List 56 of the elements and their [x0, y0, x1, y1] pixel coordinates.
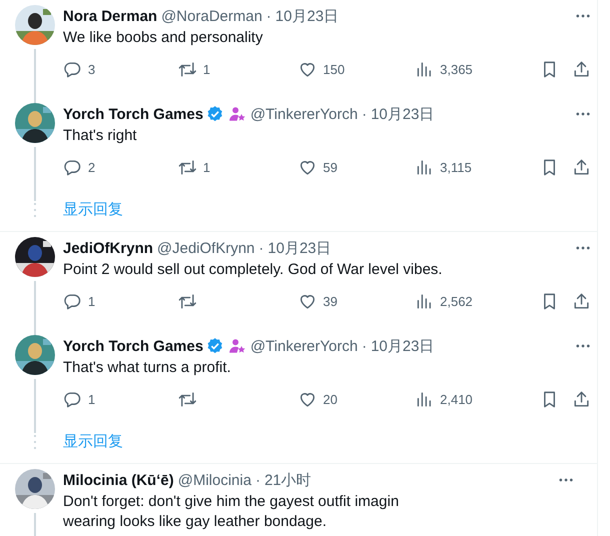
user-name[interactable]: Milocinia (Kū‘ē): [63, 472, 174, 488]
count-label: 1: [203, 160, 210, 174]
post-text: We like boobs and personality: [63, 28, 264, 48]
repost-icon[interactable]: [178, 292, 197, 310]
share-icon[interactable]: [572, 60, 591, 78]
post-text: That's right: [63, 126, 138, 146]
user-handle[interactable]: @TinkererYorch: [250, 338, 358, 354]
post-time[interactable]: 10月23日: [370, 336, 434, 356]
user-name[interactable]: Yorch Torch Games: [63, 338, 204, 354]
post-time[interactable]: 10月23日: [370, 104, 434, 124]
user-handle[interactable]: @TinkererYorch: [250, 106, 358, 122]
post-time[interactable]: 10月23日: [268, 238, 332, 258]
post-text: wearing looks like gay leather bondage.: [63, 512, 328, 532]
user-name[interactable]: JediOfKrynn: [63, 240, 154, 256]
bar-chart-icon[interactable]: [415, 158, 434, 176]
post-time[interactable]: 10月23日: [275, 6, 339, 26]
share-icon[interactable]: [572, 292, 591, 310]
user-name[interactable]: Yorch Torch Games: [63, 106, 204, 122]
post-text: That's what turns a profit.: [63, 358, 232, 378]
bar-chart-icon[interactable]: [415, 292, 434, 310]
count-label: 20: [323, 392, 338, 406]
count-label: 2: [88, 160, 96, 174]
share-icon[interactable]: [572, 390, 591, 408]
count-label: 3,365: [440, 62, 473, 76]
bar-chart-icon[interactable]: [415, 60, 434, 78]
post-text: Point 2 would sell out completely. God of War level vibes.: [63, 260, 444, 280]
count-label: 1: [203, 62, 210, 76]
count-label: 150: [323, 62, 345, 76]
speech-bubble-icon[interactable]: [63, 158, 82, 176]
separator-dot: ·: [255, 472, 260, 488]
separator-dot: ·: [266, 8, 272, 24]
count-label: 3,115: [440, 160, 472, 174]
count-label: 3: [88, 62, 96, 76]
separator-dot: ·: [258, 240, 264, 256]
count-label: 2,410: [440, 392, 473, 406]
user-handle[interactable]: @JediOfKrynn: [157, 240, 255, 256]
speech-bubble-icon[interactable]: [63, 292, 82, 310]
speech-bubble-icon[interactable]: [63, 390, 82, 408]
separator-dot: ·: [362, 338, 367, 354]
count-label: 2,562: [440, 294, 473, 308]
speech-bubble-icon[interactable]: [63, 60, 82, 78]
repost-icon[interactable]: [178, 158, 197, 176]
share-icon[interactable]: [572, 158, 591, 176]
user-handle[interactable]: @NoraDerman: [161, 8, 262, 24]
repost-icon[interactable]: [178, 390, 197, 408]
post-time[interactable]: 21小时: [264, 470, 312, 490]
separator-dot: ·: [362, 106, 367, 122]
repost-icon[interactable]: [178, 60, 197, 78]
bar-chart-icon[interactable]: [415, 390, 434, 408]
count-label: 59: [323, 160, 338, 174]
count-label: 39: [323, 294, 338, 308]
post-text: Don't forget: don't give him the gayest outfit imagin: [63, 492, 400, 512]
count-label: 1: [88, 392, 96, 406]
user-name[interactable]: Nora Derman: [63, 8, 158, 24]
user-handle[interactable]: @Milocinia: [178, 472, 252, 488]
count-label: 1: [88, 294, 96, 308]
